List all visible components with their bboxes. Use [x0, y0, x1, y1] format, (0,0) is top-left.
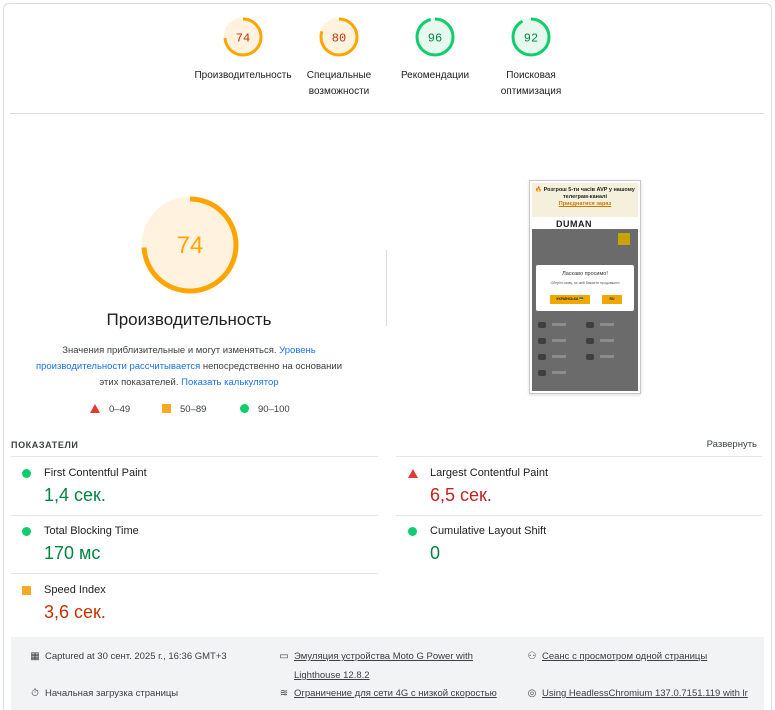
modal-text: Оберіть мову, на якій бажаєте продовжити: [550, 281, 620, 285]
legend-label: 0–49: [109, 404, 131, 415]
btn-russian: RU: [602, 295, 622, 304]
lighthouse-version[interactable]: Lighthouse 12.8.2: [294, 670, 370, 681]
divider: [11, 573, 378, 574]
promo-banner: 🔥 Розгрош 5-ти часів AVP у нашому телегр…: [532, 183, 638, 217]
gauge-performance[interactable]: 74 Производительность: [188, 16, 298, 84]
metric-name: First Contentful Paint: [44, 467, 147, 479]
banner-link: Приєднатися зараз: [558, 201, 612, 207]
legend-pass: 90–100: [240, 404, 290, 415]
legend-fail: 0–49: [90, 404, 130, 415]
browser-info[interactable]: ◎ Using HeadlessChromium 137.0.7151.119 w…: [526, 688, 748, 699]
captured-text: Captured at 30 сент. 2025 г., 16:36 GMT+…: [45, 651, 227, 662]
gauge-seo[interactable]: 92 Поисковая оптимизация: [476, 16, 586, 100]
circle-icon: [240, 404, 249, 413]
site-logo: DUMAN: [556, 219, 592, 229]
session-text: Сеанс с просмотром одной страницы: [542, 651, 708, 662]
performance-title: Производительность: [106, 310, 272, 329]
divider: [396, 456, 762, 457]
gauge-label: Специальные возможности: [306, 70, 372, 97]
metric-value: 1,4 сек.: [44, 485, 106, 505]
metric-value: 170 мс: [44, 543, 101, 563]
performance-big-gauge: 74: [138, 193, 242, 300]
single-page-session[interactable]: ⚇ Сеанс с просмотром одной страницы: [526, 651, 708, 662]
expand-toggle[interactable]: Развернуть: [707, 439, 757, 450]
modal-title: Ласкаво просимо!: [562, 271, 608, 277]
gauge-ring: 92: [511, 17, 551, 57]
network-throttling[interactable]: ≋ Ограничение для сети 4G с низкой скорос…: [278, 688, 497, 699]
emulation-text: Эмуляция устройства Moto G Power with: [294, 651, 473, 662]
calendar-icon: ▦: [30, 651, 40, 662]
devices-icon: ▭: [279, 651, 289, 662]
gauge-score: 96: [428, 32, 442, 46]
gauge-ring: 74: [223, 17, 263, 57]
metric-name: Cumulative Layout Shift: [430, 525, 547, 537]
lighthouse-version-text: Lighthouse 12.8.2: [294, 670, 370, 681]
gauge-label: Производительность: [194, 70, 292, 81]
vertical-divider: [386, 250, 387, 326]
fail-triangle-icon: [408, 469, 418, 478]
list-row: [536, 367, 634, 379]
metric-name: Largest Contentful Paint: [430, 467, 549, 479]
category-list: [536, 319, 634, 383]
metric-value: 6,5 сек.: [430, 485, 492, 505]
list-row: [536, 335, 634, 347]
gauge-score: 80: [332, 32, 346, 46]
metrics-heading: ПОКАЗАТЕЛИ: [11, 440, 79, 450]
timer-icon: ⏱: [31, 688, 39, 699]
gauge-accessibility[interactable]: 80 Специальные возможности: [284, 16, 394, 100]
gauge-score: 92: [524, 32, 538, 46]
pass-circle-icon: [22, 527, 31, 536]
gauge-best-practices[interactable]: 96 Рекомендации: [380, 16, 490, 84]
gauge-score: 74: [236, 32, 250, 46]
pass-circle-icon: [408, 527, 417, 536]
metric-value: 0: [430, 543, 441, 563]
average-square-icon: [22, 586, 31, 595]
big-gauge-score: 74: [177, 232, 204, 259]
gauge-ring: 80: [319, 17, 359, 57]
legend-average: 50–89: [162, 404, 206, 415]
divider: [396, 515, 762, 516]
divider: [10, 113, 764, 114]
metric-value: 3,6 сек.: [44, 602, 106, 622]
device-emulation[interactable]: ▭ Эмуляция устройства Moto G Power with: [278, 651, 473, 662]
metric-name: Total Blocking Time: [44, 525, 139, 537]
gauge-ring: 96: [415, 17, 455, 57]
runtime-settings: ▦ Captured at 30 сент. 2025 г., 16:36 GMT…: [11, 637, 764, 710]
throttling-text: Ограничение для сети 4G с низкой скорост…: [294, 688, 497, 699]
list-row: [536, 319, 634, 331]
performance-description: Значения приблизительные и могут изменят…: [29, 343, 349, 391]
metric-name: Speed Index: [44, 584, 106, 596]
chrome-icon: ◎: [527, 688, 537, 699]
square-icon: [162, 404, 171, 413]
gauge-label: Рекомендации: [400, 70, 470, 81]
browser-text: Using HeadlessChromium 137.0.7151.119 wi…: [542, 688, 748, 699]
search-icon: [618, 233, 630, 245]
captured-at: ▦ Captured at 30 сент. 2025 г., 16:36 GMT…: [29, 651, 227, 662]
category-gauges: 74 Производительность 80 Специальные возм…: [4, 16, 771, 106]
divider: [11, 515, 378, 516]
initial-load: ⏱ Начальная загрузка страницы: [29, 688, 178, 699]
people-icon: ⚇: [527, 651, 537, 662]
pass-circle-icon: [22, 469, 31, 478]
desc-text: Значения приблизительные и могут изменят…: [62, 345, 277, 356]
banner-text: 🔥 Розгрош 5-ти часів AVP у нашому телегр…: [535, 187, 635, 200]
lighthouse-report: 74 Производительность 80 Специальные возм…: [3, 3, 772, 710]
btn-ukrainian: УКРАЇНСЬКА 🇺🇦: [550, 295, 590, 304]
legend-label: 50–89: [180, 404, 207, 415]
initial-load-text: Начальная загрузка страницы: [45, 688, 179, 699]
big-gauge-ring: 74: [141, 196, 239, 294]
triangle-icon: [90, 404, 100, 413]
legend-label: 90–100: [258, 404, 290, 415]
divider: [11, 456, 378, 457]
list-row: [536, 351, 634, 363]
wifi-icon: ≋: [279, 688, 289, 699]
language-modal: Ласкаво просимо! Оберіть мову, на якій б…: [536, 265, 634, 311]
show-calculator-link[interactable]: Показать калькулятор: [181, 377, 278, 388]
gauge-label: Поисковая оптимизация: [500, 70, 562, 97]
final-screenshot[interactable]: 🔥 Розгрош 5-ти часів AVP у нашому телегр…: [529, 180, 641, 394]
